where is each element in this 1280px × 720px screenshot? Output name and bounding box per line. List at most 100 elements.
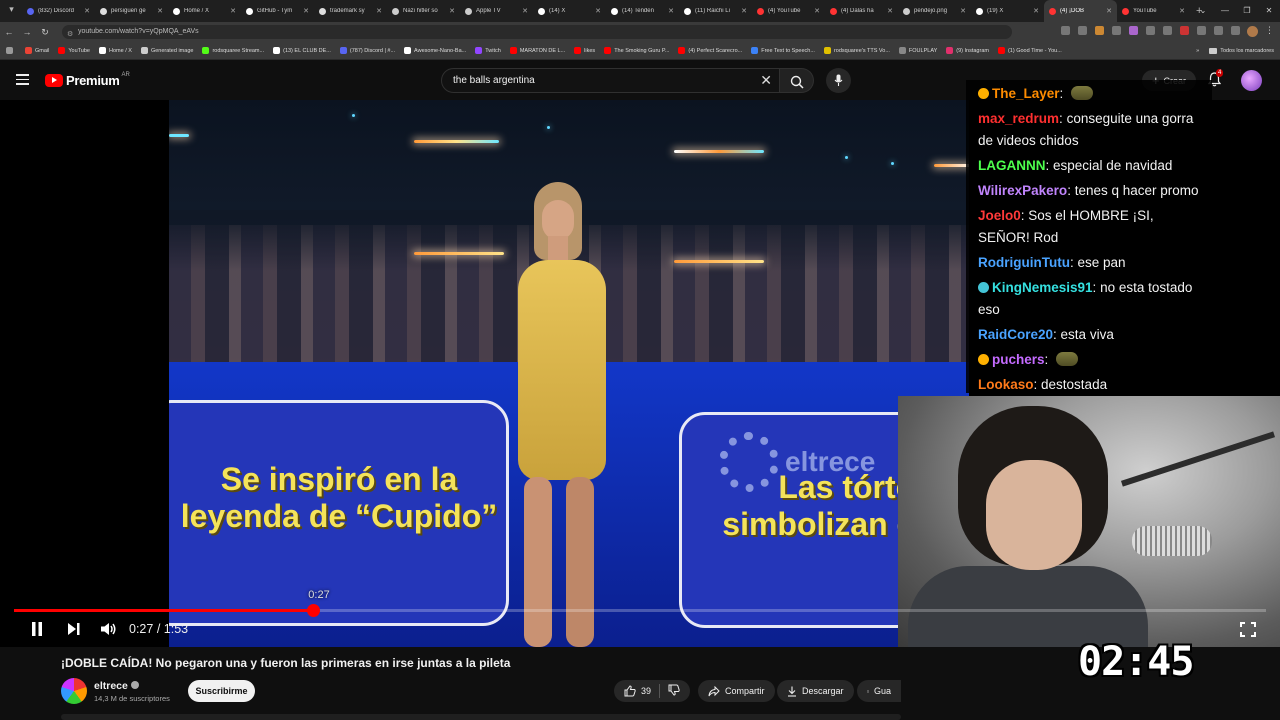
save-button[interactable]: Gua (857, 680, 901, 702)
bookmark-item[interactable]: Generated image (140, 47, 193, 54)
tab-close-icon[interactable]: ✕ (1033, 7, 1039, 15)
tab-close-icon[interactable]: ✕ (741, 7, 747, 15)
extension-icon[interactable] (1146, 26, 1155, 35)
tab-close-icon[interactable]: ✕ (303, 7, 309, 15)
verified-icon (130, 681, 139, 689)
extension-icon[interactable] (1180, 26, 1189, 35)
extension-icon[interactable] (1095, 26, 1104, 35)
bookmark-item[interactable]: MARATON DE L... (509, 47, 565, 54)
channel-name-row[interactable]: eltrece (94, 680, 139, 692)
bookmark-item[interactable]: Free Text to Speech... (751, 47, 815, 54)
browser-menu-icon[interactable]: ⋮ (1265, 25, 1274, 36)
bookmark-item[interactable]: likes (574, 47, 595, 54)
bookmark-item[interactable]: Twitch (475, 47, 501, 54)
tab-search-icon[interactable]: ▾ (5, 4, 18, 17)
progress-bar[interactable] (14, 604, 1266, 617)
browser-tab[interactable]: (14) Tenden ✕ (606, 0, 679, 22)
tab-close-icon[interactable]: ✕ (157, 7, 163, 15)
extension-icon[interactable] (1112, 26, 1121, 35)
extension-icon[interactable] (1231, 26, 1240, 35)
extension-icon[interactable] (1078, 26, 1087, 35)
browser-tab[interactable]: pendejo.png ✕ (898, 0, 971, 22)
voice-search-button[interactable] (826, 68, 851, 93)
browser-tab[interactable]: (19) X ✕ (971, 0, 1044, 22)
browser-tab[interactable]: Apple TV ✕ (460, 0, 533, 22)
extension-icon[interactable] (1214, 26, 1223, 35)
reload-button[interactable]: ↻ (36, 27, 54, 38)
extension-icon[interactable] (1129, 26, 1138, 35)
fullscreen-icon[interactable] (1240, 622, 1256, 637)
tab-close-icon[interactable]: ✕ (960, 7, 966, 15)
share-button[interactable]: Compartir (698, 680, 775, 702)
channel-name[interactable]: eltrece (94, 680, 128, 692)
browser-tab[interactable]: YouTube ✕ (1117, 0, 1190, 22)
tab-close-icon[interactable]: ✕ (376, 7, 382, 15)
bookmarks-bar: Gmail YouTube Home / X Generated image rodsq… (0, 42, 1280, 60)
tab-close-icon[interactable]: ✕ (595, 7, 601, 15)
bookmark-item[interactable]: rodsquaree's TTS Vo... (823, 47, 890, 54)
download-button[interactable]: Descargar (777, 680, 854, 702)
bookmark-item[interactable]: (4) Perfect Scarecro... (678, 47, 742, 54)
tab-dropdown-icon[interactable]: ⌄ (1192, 0, 1214, 22)
extension-icon[interactable] (1163, 26, 1172, 35)
bookmark-item[interactable]: FOULPLAY (898, 47, 937, 54)
youtube-premium-logo[interactable]: Premium AR (45, 72, 130, 88)
bookmark-item[interactable]: YouTube (58, 47, 90, 54)
like-button[interactable]: 39 (614, 684, 661, 698)
extension-icon[interactable] (1197, 26, 1206, 35)
browser-tab[interactable]: (832) Discord ✕ (22, 0, 95, 22)
forward-button[interactable]: → (18, 27, 36, 37)
tab-close-icon[interactable]: ✕ (84, 7, 90, 15)
clear-search-icon[interactable]: ✕ (760, 72, 772, 89)
pause-icon[interactable] (30, 621, 44, 637)
back-button[interactable]: ← (0, 27, 18, 37)
subscribe-button[interactable]: Suscribirme (188, 680, 255, 702)
tab-close-icon[interactable]: ✕ (814, 7, 820, 15)
browser-tab[interactable]: Home / X ✕ (168, 0, 241, 22)
browser-tab[interactable]: GitHub - Tym ✕ (241, 0, 314, 22)
url-field[interactable]: ⚙ youtube.com/watch?v=yQpMQA_eAVs (62, 25, 1012, 39)
volume-icon[interactable] (100, 621, 117, 637)
account-avatar[interactable] (1241, 70, 1262, 91)
more-bookmarks-icon[interactable]: » (1196, 48, 1199, 54)
search-button[interactable] (780, 68, 814, 93)
browser-tab[interactable]: (4) ¡DOB ✕ (1044, 0, 1117, 22)
bookmark-item[interactable]: (9) Instagram (946, 47, 989, 54)
apps-icon[interactable] (6, 47, 16, 54)
bookmark-item[interactable]: The Smoking Guru P... (604, 47, 669, 54)
dislike-button[interactable] (660, 684, 680, 698)
bookmark-item[interactable]: Awesome-Nano-Ba... (404, 47, 466, 54)
minimize-button[interactable]: — (1214, 0, 1236, 22)
search-input[interactable]: the balls argentina ✕ (441, 68, 780, 93)
site-info-icon[interactable]: ⚙ (67, 28, 73, 42)
menu-icon[interactable] (16, 74, 29, 85)
tab-close-icon[interactable]: ✕ (1106, 7, 1112, 15)
close-window-button[interactable]: ✕ (1258, 0, 1280, 22)
next-video-icon[interactable] (67, 621, 81, 637)
bookmark-item[interactable]: (1) Good Time - You... (997, 47, 1062, 54)
tab-close-icon[interactable]: ✕ (449, 7, 455, 15)
bookmark-item[interactable]: Gmail (25, 47, 49, 54)
tab-close-icon[interactable]: ✕ (230, 7, 236, 15)
tab-close-icon[interactable]: ✕ (522, 7, 528, 15)
bookmark-item[interactable]: (13) EL CLUB DE... (273, 47, 331, 54)
bookmark-item[interactable]: (787) Discord | #... (339, 47, 395, 54)
browser-tab[interactable]: Nazi hitler so ✕ (387, 0, 460, 22)
maximize-button[interactable]: ❐ (1236, 0, 1258, 22)
bookmark-item[interactable]: rodsquaree Stream... (202, 47, 264, 54)
extension-icon[interactable] (1061, 26, 1070, 35)
browser-tab[interactable]: trademark sy ✕ (314, 0, 387, 22)
channel-avatar[interactable] (61, 678, 87, 704)
tab-close-icon[interactable]: ✕ (668, 7, 674, 15)
browser-tab[interactable]: (11) Raichi Li ✕ (679, 0, 752, 22)
browser-tab[interactable]: (4) Dalas ha ✕ (825, 0, 898, 22)
browser-tab[interactable]: (14) X ✕ (533, 0, 606, 22)
video-frame[interactable]: eltrece Se inspiró en la leyenda de “Cup… (169, 100, 969, 647)
browser-tab[interactable]: (4) YouTube ✕ (752, 0, 825, 22)
tab-close-icon[interactable]: ✕ (887, 7, 893, 15)
tab-close-icon[interactable]: ✕ (1179, 7, 1185, 15)
browser-tab[interactable]: persiguen ge ✕ (95, 0, 168, 22)
bookmark-item[interactable]: Home / X (99, 47, 132, 54)
all-bookmarks[interactable]: » Todos los marcadores (1196, 42, 1274, 60)
browser-profile-avatar[interactable] (1247, 26, 1258, 37)
